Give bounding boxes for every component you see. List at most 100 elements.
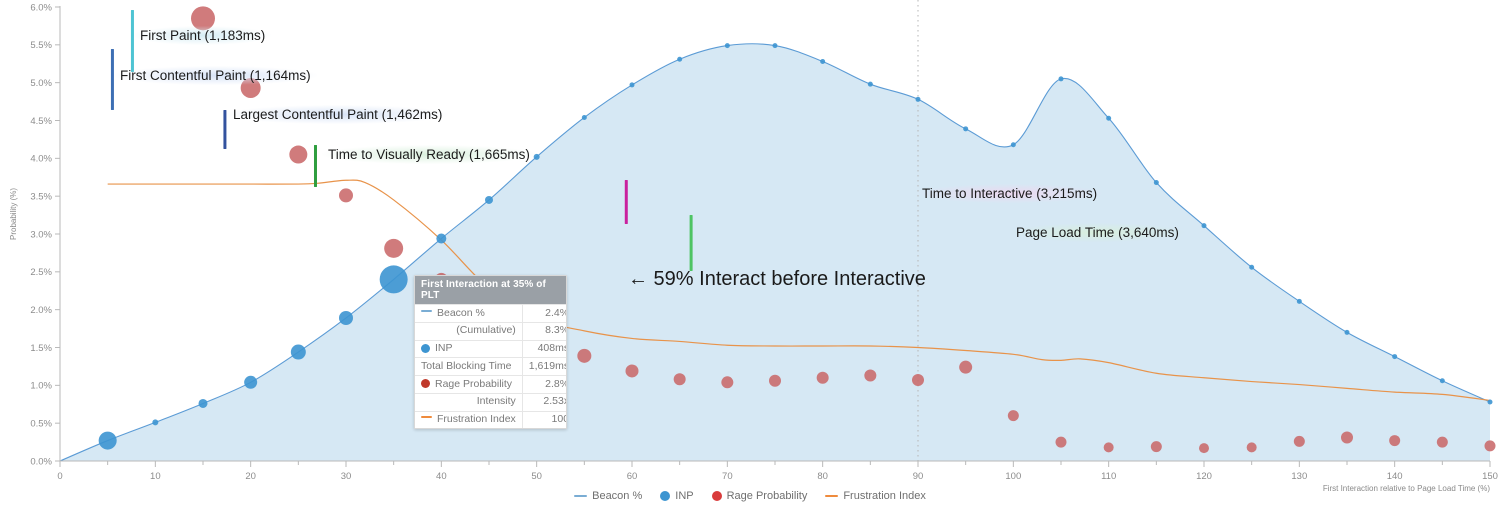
- tooltip-row-value: 408ms: [521, 339, 566, 358]
- tooltip-row-label: Frustration Index: [415, 410, 523, 429]
- tooltip-label-text: Frustration Index: [437, 413, 516, 425]
- tooltip-row: (Cumulative) 8.3%: [415, 321, 566, 340]
- annotation-label: Largest Contentful Paint (1,462ms): [227, 105, 449, 124]
- tooltip-table: Beacon % 2.4% (Cumulative) 8.3% INP 408ms Tota…: [415, 304, 566, 429]
- inp-point[interactable]: [98, 431, 117, 450]
- tooltip-dot-icon: [421, 343, 430, 353]
- x-tick-label: 80: [817, 471, 828, 482]
- rage-probability-point[interactable]: [864, 369, 877, 382]
- inp-point[interactable]: [963, 126, 969, 132]
- legend-item[interactable]: Rage Probability: [711, 490, 807, 502]
- inp-point[interactable]: [820, 58, 826, 64]
- rage-probability-point[interactable]: [721, 376, 734, 389]
- rage-probability-point[interactable]: [912, 374, 924, 387]
- rage-probability-point[interactable]: [1199, 443, 1209, 454]
- rage-probability-point[interactable]: [1293, 435, 1305, 447]
- y-tick-label: 5.0%: [30, 78, 52, 89]
- inp-point[interactable]: [772, 43, 778, 49]
- rage-probability-point[interactable]: [1484, 440, 1496, 452]
- y-tick-label: 4.0%: [30, 154, 52, 165]
- rage-probability-point[interactable]: [1055, 436, 1067, 448]
- inp-point[interactable]: [724, 43, 730, 49]
- y-tick-label: 3.5%: [30, 192, 52, 203]
- legend-label: Frustration Index: [843, 490, 926, 502]
- tooltip-row-value: 100: [521, 410, 566, 429]
- rage-probability-point[interactable]: [1389, 435, 1401, 447]
- legend-label: Beacon %: [592, 490, 643, 502]
- inp-point[interactable]: [1392, 354, 1398, 360]
- inp-point[interactable]: [867, 81, 873, 87]
- center-annotation: ← 59% Interact before Interactive: [628, 268, 926, 290]
- tooltip-row-label: (Cumulative): [415, 321, 523, 340]
- annotation-marker: [313, 145, 317, 187]
- legend-item[interactable]: INP: [660, 490, 694, 502]
- rage-probability-point[interactable]: [673, 373, 686, 386]
- inp-point[interactable]: [198, 398, 208, 408]
- tooltip-row-label: Beacon %: [415, 304, 523, 323]
- rage-probability-point[interactable]: [959, 360, 973, 374]
- inp-point[interactable]: [1296, 298, 1302, 304]
- inp-point[interactable]: [629, 82, 635, 88]
- annotation-marker: [130, 10, 134, 72]
- inp-point[interactable]: [485, 195, 493, 204]
- x-tick-label: 110: [1101, 471, 1116, 482]
- annotation-label: First Contentful Paint (1,164ms): [114, 66, 317, 85]
- inp-point[interactable]: [1106, 115, 1112, 121]
- tooltip-row-value: 8.3%: [521, 321, 566, 340]
- tooltip-row-label: Intensity: [415, 392, 523, 411]
- inp-point[interactable]: [152, 419, 159, 426]
- inp-point[interactable]: [1487, 399, 1493, 405]
- inp-point[interactable]: [581, 114, 587, 120]
- rage-probability-point[interactable]: [384, 238, 404, 258]
- x-tick-label: 130: [1291, 471, 1307, 482]
- inp-point[interactable]: [1153, 180, 1159, 186]
- rage-probability-point[interactable]: [1150, 441, 1162, 453]
- annotation-label: Page Load Time (3,640ms): [1010, 223, 1185, 242]
- inp-point[interactable]: [290, 344, 306, 360]
- x-tick-label: 150: [1482, 471, 1498, 482]
- chart-legend: Beacon % INP Rage Probability Frustration I…: [0, 490, 1500, 502]
- y-tick-label: 2.5%: [30, 267, 52, 278]
- rage-probability-point[interactable]: [577, 348, 592, 363]
- rage-probability-point[interactable]: [1103, 442, 1114, 453]
- inp-point[interactable]: [1439, 378, 1445, 384]
- rage-probability-point[interactable]: [769, 374, 781, 387]
- rage-probability-point[interactable]: [625, 364, 639, 378]
- inp-point[interactable]: [1249, 264, 1255, 270]
- inp-point[interactable]: [1201, 223, 1207, 229]
- rage-probability-point[interactable]: [339, 188, 353, 203]
- rage-probability-point[interactable]: [289, 145, 308, 164]
- inp-point[interactable]: [677, 56, 683, 62]
- annotation-label: Time to Interactive (3,215ms): [916, 184, 1104, 203]
- inp-point[interactable]: [1058, 76, 1064, 82]
- inp-point[interactable]: [244, 375, 258, 389]
- inp-point[interactable]: [339, 310, 353, 325]
- inp-point[interactable]: [1344, 329, 1350, 335]
- x-tick-label: 30: [341, 471, 352, 482]
- tooltip-label-text: Beacon %: [437, 306, 485, 319]
- tooltip-row-label: Rage Probability: [415, 375, 523, 394]
- annotation-marker: [689, 215, 693, 271]
- chart-tooltip: First Interaction at 35% of PLT Beacon %…: [414, 275, 567, 430]
- tooltip-row-value: 2.53x: [521, 392, 566, 411]
- annotation-label: First Paint (1,183ms): [134, 26, 272, 45]
- legend-item[interactable]: Beacon %: [574, 490, 642, 502]
- legend-item[interactable]: Frustration Index: [825, 490, 926, 502]
- tooltip-row-label: INP: [415, 339, 523, 358]
- y-tick-label: 1.0%: [30, 381, 52, 392]
- inp-point[interactable]: [1010, 142, 1016, 148]
- inp-point[interactable]: [436, 233, 447, 244]
- x-tick-label: 100: [1005, 471, 1021, 482]
- rage-probability-point[interactable]: [1436, 436, 1448, 448]
- y-tick-label: 0.0%: [30, 456, 52, 467]
- rage-probability-point[interactable]: [1341, 431, 1353, 444]
- inp-point[interactable]: [379, 265, 408, 294]
- legend-label: INP: [675, 490, 694, 502]
- y-tick-label: 3.0%: [30, 229, 52, 240]
- tooltip-row: Frustration Index 100: [415, 410, 566, 429]
- inp-point[interactable]: [915, 96, 921, 102]
- rage-probability-point[interactable]: [816, 371, 829, 384]
- rage-probability-point[interactable]: [1007, 410, 1019, 422]
- x-tick-label: 10: [150, 471, 161, 482]
- rage-probability-point[interactable]: [1246, 442, 1257, 453]
